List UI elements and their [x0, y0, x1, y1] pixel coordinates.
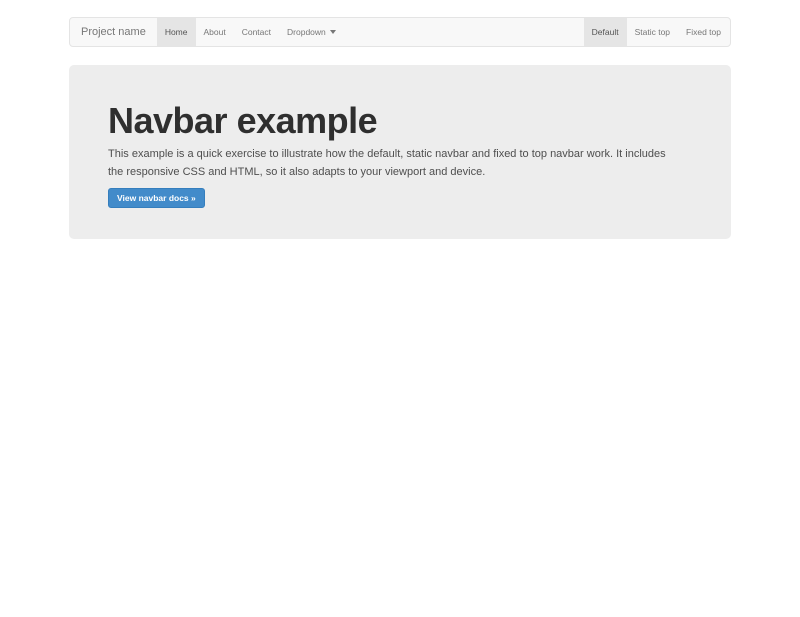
- nav-item-label: Home: [165, 27, 188, 37]
- navbar-nav-right: Default Static top Fixed top: [584, 18, 729, 46]
- navbar-nav-left: Home About Contact Dropdown: [157, 18, 344, 46]
- nav-item-label: Default: [592, 27, 619, 37]
- nav-item-about[interactable]: About: [196, 18, 234, 46]
- nav-item-dropdown[interactable]: Dropdown: [279, 18, 344, 46]
- nav-item-label: Dropdown: [287, 27, 326, 37]
- nav-item-home[interactable]: Home: [157, 18, 196, 46]
- nav-item-fixed-top[interactable]: Fixed top: [678, 18, 729, 46]
- jumbotron-description: This example is a quick exercise to illu…: [108, 145, 678, 181]
- nav-item-contact[interactable]: Contact: [234, 18, 279, 46]
- jumbotron: Navbar example This example is a quick e…: [69, 65, 731, 239]
- navbar-brand[interactable]: Project name: [70, 18, 157, 46]
- nav-item-static-top[interactable]: Static top: [627, 18, 678, 46]
- navbar: Project name Home About Contact Dropdown…: [69, 17, 731, 47]
- nav-item-label: Fixed top: [686, 27, 721, 37]
- nav-item-label: Static top: [635, 27, 670, 37]
- caret-down-icon: [330, 30, 336, 34]
- view-navbar-docs-button[interactable]: View navbar docs »: [108, 188, 205, 208]
- nav-item-label: Contact: [242, 27, 271, 37]
- nav-item-default[interactable]: Default: [584, 18, 627, 46]
- nav-item-label: About: [204, 27, 226, 37]
- page-title: Navbar example: [108, 101, 692, 141]
